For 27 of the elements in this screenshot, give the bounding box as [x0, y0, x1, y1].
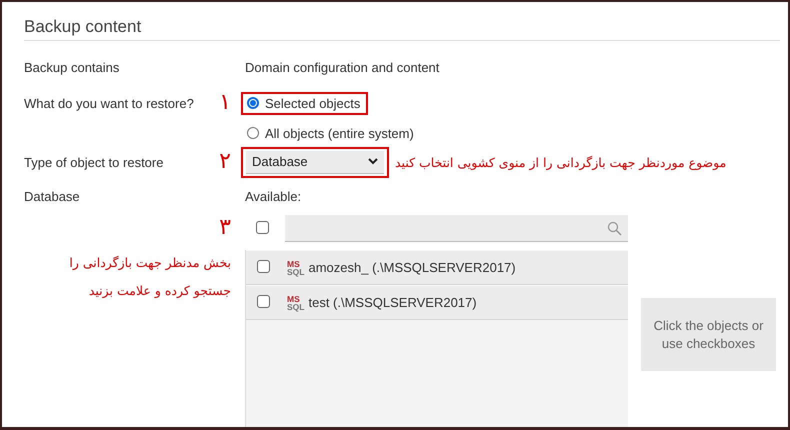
item-checkbox[interactable]: [257, 294, 270, 308]
chevron-icon: [368, 158, 378, 165]
field-label: Database: [24, 188, 80, 204]
field-label: What do you want to restore?: [24, 96, 194, 110]
item-name: test (.\MSSQLSERVER2017): [308, 295, 477, 310]
item-name: amozesh_ (.\MSSQLSERVER2017): [308, 260, 516, 275]
mssql-icon: MS SQL: [287, 260, 304, 276]
hint-box: Click the objects or use checkboxes: [641, 298, 776, 371]
annotation-note: جستجو کرده و علامت بزنید: [88, 282, 231, 300]
search-field[interactable]: [285, 215, 628, 242]
search-icon: [607, 220, 622, 236]
step-number: ۲: [219, 152, 231, 172]
field-value: Domain configuration and content: [245, 60, 440, 74]
annotation-note: موضوع موردنظر جهت بازگردانی را از منوی کشویی انتخاب کنید: [395, 154, 726, 170]
radio-option[interactable]: Selected objects: [241, 92, 368, 114]
field-label: Backup contains: [24, 60, 120, 74]
field-label: Type of object to restore: [24, 154, 164, 170]
mssql-icon: MS SQL: [287, 294, 304, 310]
radio-option[interactable]: All objects (entire system): [241, 122, 422, 144]
section-title: Backup content: [24, 2, 780, 41]
item-checkbox[interactable]: [257, 260, 270, 272]
select-all-checkbox[interactable]: [256, 220, 269, 234]
object-type-dropdown[interactable]: Database: [246, 150, 384, 174]
list-label: Available:: [245, 188, 302, 204]
annotation-note: بخش مدنظر جهت بازگردانی را: [69, 254, 231, 272]
step-number: ۱: [219, 93, 231, 113]
step-number: ۳: [219, 218, 231, 238]
